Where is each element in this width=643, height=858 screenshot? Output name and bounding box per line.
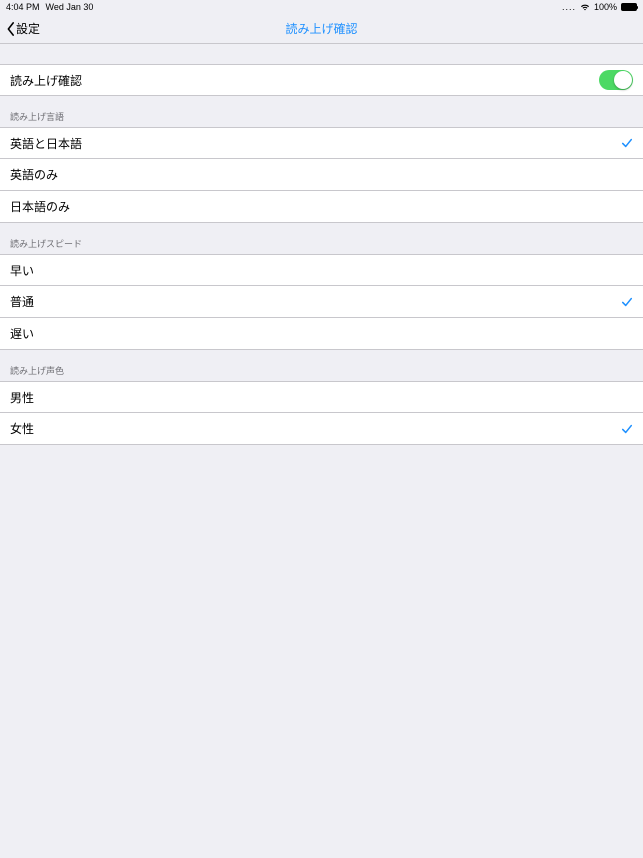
option-label: 女性: [10, 420, 34, 437]
battery-percent: 100%: [594, 2, 617, 12]
option-voice-0[interactable]: 男性: [0, 381, 643, 413]
option-speed-2[interactable]: 遅い: [0, 318, 643, 350]
page-title: 読み上げ確認: [285, 20, 357, 37]
battery-icon: [621, 3, 637, 11]
option-label: 早い: [10, 262, 34, 279]
option-voice-1[interactable]: 女性: [0, 413, 643, 445]
status-bar: 4:04 PM Wed Jan 30 .... 100%: [0, 0, 643, 14]
option-language-2[interactable]: 日本語のみ: [0, 191, 643, 223]
toggle-switch[interactable]: [599, 70, 633, 90]
option-speed-0[interactable]: 早い: [0, 254, 643, 286]
option-language-1[interactable]: 英語のみ: [0, 159, 643, 191]
toggle-label: 読み上げ確認: [10, 72, 82, 89]
option-speed-1[interactable]: 普通: [0, 286, 643, 318]
status-date: Wed Jan 30: [46, 2, 94, 12]
section-header-speed: 読み上げスピード: [0, 223, 643, 254]
cellular-dots-icon: ....: [562, 2, 576, 12]
chevron-left-icon: [6, 22, 16, 36]
wifi-icon: [580, 3, 590, 11]
option-label: 英語のみ: [10, 166, 58, 183]
option-label: 遅い: [10, 325, 34, 342]
option-language-0[interactable]: 英語と日本語: [0, 127, 643, 159]
check-icon: [621, 296, 633, 308]
nav-bar: 設定 読み上げ確認: [0, 14, 643, 44]
option-label: 普通: [10, 293, 34, 310]
option-label: 男性: [10, 389, 34, 406]
option-label: 英語と日本語: [10, 135, 82, 152]
back-label: 設定: [16, 20, 40, 37]
section-header-language: 読み上げ言語: [0, 96, 643, 127]
check-icon: [621, 137, 633, 149]
toggle-row-reading-confirm[interactable]: 読み上げ確認: [0, 64, 643, 96]
back-button[interactable]: 設定: [6, 20, 40, 37]
option-label: 日本語のみ: [10, 198, 70, 215]
status-time: 4:04 PM: [6, 2, 40, 12]
check-icon: [621, 423, 633, 435]
section-header-voice: 読み上げ声色: [0, 350, 643, 381]
